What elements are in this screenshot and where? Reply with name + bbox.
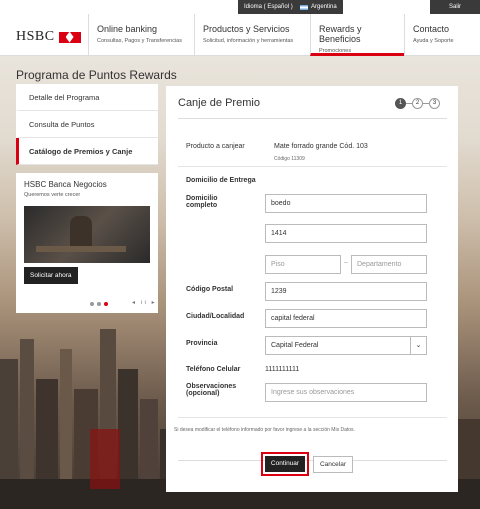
continue-button-highlight: Continuar	[261, 452, 309, 476]
promo-image	[24, 206, 150, 263]
nav-title: Productos y Servicios	[203, 24, 290, 34]
number-input[interactable]: 1414	[265, 224, 427, 243]
nav-subtitle: Promociones	[319, 48, 352, 54]
nav-subtitle: Solicitud, información y herramientas	[203, 38, 294, 44]
nav-contacto[interactable]: Contacto Ayuda y Soporte	[404, 14, 474, 56]
apartment-input[interactable]: Departamento	[351, 255, 427, 274]
logo-text: HSBC	[16, 29, 55, 44]
phone-value: 1111111111	[265, 366, 300, 373]
observations-label: Observaciones (opcional)	[186, 383, 237, 397]
city-label: Ciudad/Localidad	[186, 313, 245, 320]
promo-banner: HSBC Banca Negocios Queremos verte crece…	[16, 173, 158, 313]
top-utility-bar: Idioma ( Español ) Argentina Salir	[0, 0, 480, 14]
province-label: Provincia	[186, 340, 218, 347]
logout-button[interactable]: Salir	[430, 0, 480, 14]
carousel-dot[interactable]	[90, 302, 94, 306]
continue-button[interactable]: Continuar	[265, 456, 305, 472]
step-2: 2	[412, 98, 423, 109]
sidebar-item-catalogo[interactable]: Catálogo de Premios y Canje	[16, 138, 158, 165]
carousel-dots	[90, 302, 108, 306]
language-selector[interactable]: Idioma ( Español )	[238, 0, 299, 14]
chevron-down-icon[interactable]: ⌄	[410, 337, 426, 354]
nav-title: Rewards y Beneficios	[319, 24, 362, 44]
hsbc-logo[interactable]: HSBC	[16, 29, 81, 45]
province-value: Capital Federal	[271, 342, 319, 349]
postal-input[interactable]: 1239	[265, 282, 427, 301]
nav-online-banking[interactable]: Online banking Consultas, Pagos y Transf…	[88, 14, 190, 56]
argentina-flag-icon	[300, 4, 308, 10]
carousel-dot[interactable]	[97, 302, 101, 306]
nav-rewards-beneficios[interactable]: Rewards y Beneficios Promociones	[310, 14, 404, 56]
promo-title: HSBC Banca Negocios	[24, 180, 107, 189]
divider	[178, 417, 447, 418]
page-title: Programa de Puntos Rewards	[16, 68, 177, 82]
carousel-controls[interactable]: ◂ ıı ▸	[132, 299, 157, 306]
postal-label: Código Postal	[186, 286, 234, 293]
phone-note: Si desea modificar el teléfono informado…	[174, 427, 355, 433]
carousel-dot-active[interactable]	[104, 302, 108, 306]
nav-title: Contacto	[413, 24, 450, 34]
country-selector[interactable]: Argentina	[296, 0, 343, 14]
observations-input[interactable]: Ingrese sus observaciones	[265, 383, 427, 402]
floor-input[interactable]: Piso	[265, 255, 341, 274]
section-title: Domicilio de Entrega	[186, 177, 256, 184]
nav-productos-servicios[interactable]: Productos y Servicios Solicitud, informa…	[194, 14, 306, 56]
product-label: Producto a canjear	[186, 143, 245, 150]
canje-panel: Canje de Premio 1 2 3 Producto a canjear…	[166, 86, 458, 492]
hsbc-hexagon-icon	[58, 31, 81, 43]
step-indicator: 1 2 3	[395, 98, 440, 109]
cancel-button[interactable]: Cancelar	[313, 456, 353, 473]
step-3: 3	[429, 98, 440, 109]
product-code: Código 11309	[274, 156, 305, 162]
delivery-form: Producto a canjear Mate forrado grande C…	[178, 118, 447, 461]
phone-label: Teléfono Celular	[186, 366, 241, 373]
field-separator: –	[344, 259, 348, 266]
sidebar-item-detalle[interactable]: Detalle del Programa	[16, 84, 158, 111]
product-value: Mate forrado grande Cód. 103	[274, 143, 368, 150]
solicitar-ahora-button[interactable]: Solicitar ahora	[24, 267, 78, 284]
city-input[interactable]: capital federal	[265, 309, 427, 328]
street-input[interactable]: boedo	[265, 194, 427, 213]
step-1: 1	[395, 98, 406, 109]
country-label: Argentina	[311, 4, 337, 10]
panel-title: Canje de Premio	[178, 97, 260, 109]
nav-title: Online banking	[97, 24, 158, 34]
address-label: Domicilio completo	[186, 195, 218, 209]
sidebar-item-consulta[interactable]: Consulta de Puntos	[16, 111, 158, 138]
desk-illustration	[36, 246, 126, 252]
nav-subtitle: Consultas, Pagos y Transferencias	[97, 38, 182, 44]
main-header: HSBC Online banking Consultas, Pagos y T…	[0, 14, 480, 56]
promo-subtitle: Queremos verte crecer	[24, 192, 81, 198]
divider	[178, 166, 447, 167]
province-select[interactable]: Capital Federal ⌄	[265, 336, 427, 355]
nav-subtitle: Ayuda y Soporte	[413, 38, 454, 44]
sidebar-menu: Detalle del Programa Consulta de Puntos …	[16, 84, 158, 165]
